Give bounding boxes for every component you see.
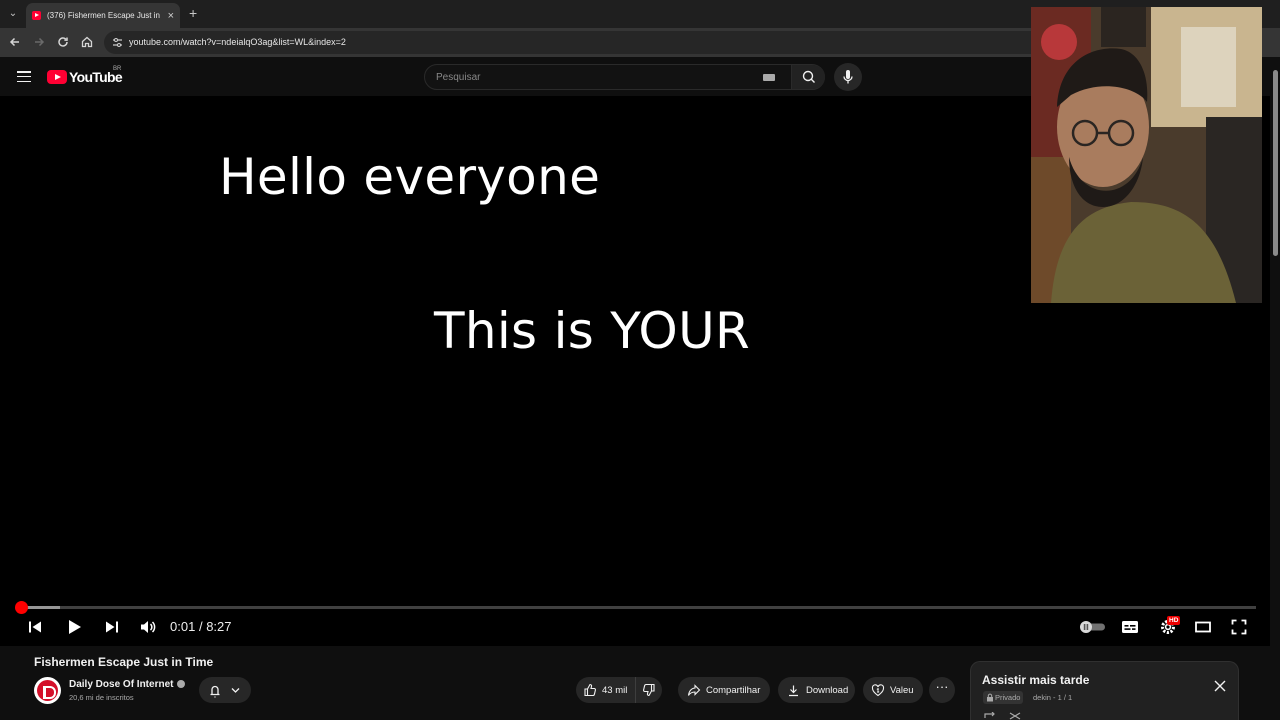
- download-icon: [789, 685, 798, 696]
- video-caption-line-2: This is YOUR: [434, 302, 751, 360]
- back-arrow-icon[interactable]: [7, 34, 23, 50]
- like-dislike-group: 43 mil: [576, 677, 662, 703]
- fullscreen-button[interactable]: [1229, 616, 1249, 638]
- search-icon: [802, 70, 815, 83]
- play-icon: [69, 620, 81, 634]
- privacy-label: Privado: [995, 693, 1021, 702]
- share-button[interactable]: Compartilhar: [678, 677, 770, 703]
- keyboard-icon[interactable]: [763, 74, 775, 81]
- video-title: Fishermen Escape Just in Time: [34, 655, 214, 669]
- subtitles-button[interactable]: [1120, 616, 1140, 638]
- lock-icon: [987, 693, 993, 702]
- channel-name[interactable]: Daily Dose Of Internet: [69, 679, 173, 690]
- progress-bar[interactable]: [15, 601, 1256, 614]
- home-icon[interactable]: [79, 34, 95, 50]
- theater-mode-button[interactable]: [1193, 616, 1213, 638]
- voice-search-button[interactable]: [834, 63, 862, 91]
- loop-icon[interactable]: [983, 712, 997, 720]
- play-button[interactable]: [64, 616, 84, 638]
- playlist-meta: dekin - 1 / 1: [1033, 693, 1073, 702]
- bell-icon: [210, 685, 240, 698]
- webcam-feed-image: [1031, 7, 1262, 303]
- page-scrollbar-thumb[interactable]: [1273, 70, 1278, 256]
- current-time: 0:01: [170, 619, 196, 634]
- notifications-subscribed-button[interactable]: [199, 677, 251, 703]
- next-icon: [106, 621, 118, 633]
- duration: 8:27: [206, 619, 232, 634]
- time-display: 0:01 / 8:27: [170, 619, 232, 634]
- autoplay-toggle[interactable]: [1077, 616, 1107, 638]
- more-actions-button[interactable]: ···: [929, 677, 955, 703]
- forward-arrow-icon[interactable]: [31, 34, 47, 50]
- time-separator: /: [198, 619, 203, 634]
- thanks-heart-dollar-icon: [871, 684, 885, 697]
- autoplay-pause-toggle-icon: [1080, 621, 1105, 633]
- video-caption-line-1: Hello everyone: [219, 148, 601, 206]
- microphone-icon: [843, 70, 853, 84]
- progress-scrubber-handle[interactable]: [15, 601, 29, 614]
- tab-close-icon[interactable]: ×: [168, 10, 174, 22]
- playlist-panel: Assistir mais tarde Privado dekin - 1 / …: [970, 661, 1239, 720]
- close-icon[interactable]: [1212, 678, 1228, 694]
- subtitles-icon: [1122, 621, 1138, 633]
- thumbs-down-icon: [643, 683, 655, 697]
- dislike-button[interactable]: [636, 677, 662, 703]
- tab-search-chevron-icon[interactable]: ⌄: [4, 5, 22, 23]
- search-box[interactable]: Pesquisar: [424, 64, 825, 90]
- previous-button[interactable]: [26, 616, 44, 638]
- hd-badge: HD: [1167, 616, 1181, 625]
- download-label: Download: [806, 684, 849, 696]
- next-button[interactable]: [103, 616, 121, 638]
- volume-icon: [141, 621, 156, 633]
- country-code: BR: [113, 66, 122, 72]
- search-button[interactable]: [791, 65, 825, 89]
- previous-icon: [29, 621, 41, 633]
- browser-tab[interactable]: (376) Fishermen Escape Just in Time ×: [26, 3, 180, 28]
- download-button[interactable]: Download: [778, 677, 855, 703]
- reload-icon[interactable]: [55, 34, 71, 50]
- shuffle-icon[interactable]: [1009, 712, 1023, 720]
- channel-name-row[interactable]: Daily Dose Of Internet: [69, 679, 186, 690]
- fullscreen-icon: [1231, 619, 1247, 635]
- youtube-logo[interactable]: YouTube BR: [47, 66, 123, 85]
- verified-badge-icon: [177, 680, 186, 688]
- volume-button[interactable]: [138, 616, 158, 638]
- webcam-overlay: [1031, 7, 1262, 303]
- search-input-placeholder[interactable]: Pesquisar: [436, 72, 480, 83]
- url-text[interactable]: youtube.com/watch?v=ndeialqO3ag&list=WL&…: [129, 37, 346, 47]
- channel-avatar[interactable]: [34, 677, 61, 704]
- hamburger-menu-icon[interactable]: [17, 71, 31, 83]
- like-count: 43 mil: [602, 684, 628, 696]
- tab-title: (376) Fishermen Escape Just in Time: [47, 11, 162, 20]
- theater-mode-icon: [1195, 621, 1211, 633]
- thumbs-up-icon: [584, 683, 596, 697]
- share-arrow-icon: [687, 684, 701, 696]
- thanks-label: Valeu: [890, 684, 914, 696]
- settings-button[interactable]: HD: [1155, 616, 1181, 638]
- site-info-tune-icon[interactable]: [112, 37, 123, 48]
- like-button[interactable]: 43 mil: [576, 677, 636, 703]
- thanks-button[interactable]: Valeu: [863, 677, 923, 703]
- youtube-favicon-icon: [32, 11, 41, 20]
- youtube-play-logo-icon: [47, 70, 67, 84]
- privacy-badge: Privado: [983, 691, 1024, 704]
- new-tab-button[interactable]: +: [189, 5, 197, 21]
- share-label: Compartilhar: [706, 684, 761, 696]
- playlist-title[interactable]: Assistir mais tarde: [982, 673, 1089, 687]
- subscriber-count: 20,6 mi de inscritos: [69, 693, 134, 702]
